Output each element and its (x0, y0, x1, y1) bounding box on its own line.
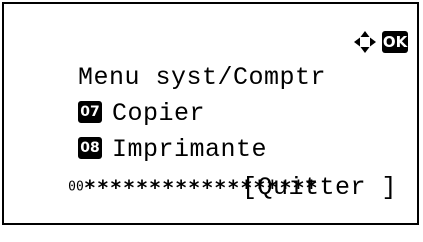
four-way-arrow-icon (354, 31, 376, 53)
lcd-screen: Menu syst/Comptr OK 07 Copier 08 Imprimant… (2, 2, 419, 225)
menu-item-imprimante[interactable]: 08 Imprimante (16, 96, 267, 164)
quit-softkey[interactable]: [Quitter ] (242, 170, 397, 206)
masked-row-prefix: 00 (68, 179, 84, 195)
menu-item-copier[interactable]: 07 Copier (16, 60, 205, 128)
ok-key-icon: OK (382, 31, 408, 53)
screen-header: Menu syst/Comptr (16, 24, 326, 92)
masked-menu-row: 00****************** (16, 132, 319, 200)
